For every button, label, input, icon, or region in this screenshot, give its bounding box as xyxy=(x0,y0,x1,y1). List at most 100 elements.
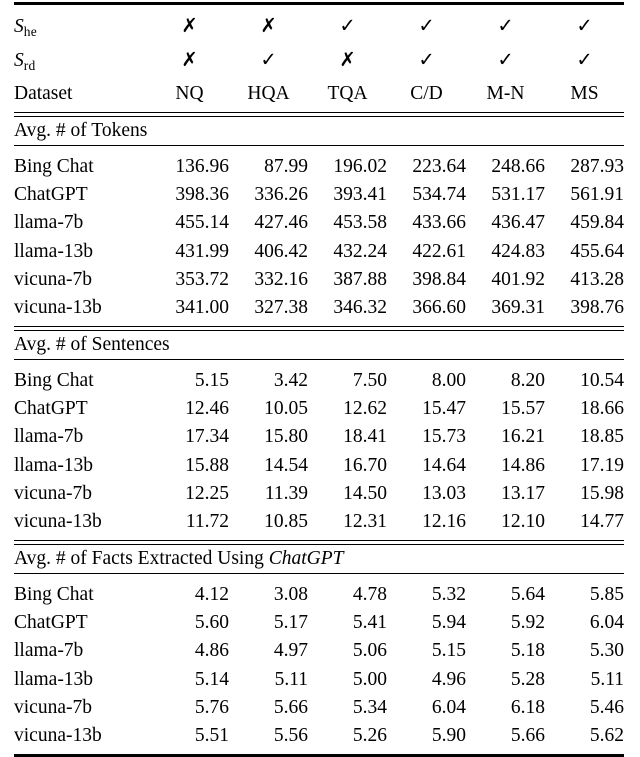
row-label-chatgpt: ChatGPT xyxy=(14,395,150,423)
cell-value: 433.66 xyxy=(387,209,466,237)
cell-value: 196.02 xyxy=(308,153,387,181)
cell-value: 5.28 xyxy=(466,666,545,694)
cell-value: 287.93 xyxy=(545,153,624,181)
cell-value: 5.34 xyxy=(308,694,387,722)
column-header-hqa: HQA xyxy=(229,80,308,108)
cell-value: 14.50 xyxy=(308,480,387,508)
cell-value: 18.85 xyxy=(545,423,624,451)
header-row-srd: Srd✗✓✗✓✓✓ xyxy=(14,46,624,80)
header-row-dataset: DatasetNQHQATQAC/DM-NMS xyxy=(14,80,624,108)
symbol-subscript-she: he xyxy=(24,24,37,39)
table-row: vicuna-13b11.7210.8512.3112.1612.1014.77 xyxy=(14,508,624,536)
table-row: vicuna-7b5.765.665.346.046.185.46 xyxy=(14,694,624,722)
cell-value: 4.78 xyxy=(308,581,387,609)
section-body-spacer-2 xyxy=(14,574,624,581)
cell-value: 453.58 xyxy=(308,209,387,237)
cell-value: 223.64 xyxy=(387,153,466,181)
table-row: vicuna-13b5.515.565.265.905.665.62 xyxy=(14,722,624,750)
cell-value: 5.15 xyxy=(150,367,229,395)
cell-value: 3.42 xyxy=(229,367,308,395)
cell-value: 5.15 xyxy=(387,637,466,665)
cell-value: 534.74 xyxy=(387,181,466,209)
cell-value: 5.17 xyxy=(229,609,308,637)
cell-value: 5.32 xyxy=(387,581,466,609)
cell-value: 136.96 xyxy=(150,153,229,181)
cell-value: 12.46 xyxy=(150,395,229,423)
cell-value: 398.76 xyxy=(545,294,624,322)
cell-value: 10.54 xyxy=(545,367,624,395)
section-title-emphasis-2: ChatGPT xyxy=(269,548,344,569)
header-row-she: She✗✗✓✓✓✓ xyxy=(14,12,624,46)
cell-value: 15.57 xyxy=(466,395,545,423)
cell-value: 4.96 xyxy=(387,666,466,694)
cell-value: 16.70 xyxy=(308,452,387,480)
cell-value: 5.46 xyxy=(545,694,624,722)
table-row: Bing Chat4.123.084.785.325.645.85 xyxy=(14,581,624,609)
section-title-row-2: Avg. # of Facts Extracted Using ChatGPT xyxy=(14,544,624,573)
cell-value: 4.86 xyxy=(150,637,229,665)
cell-value: 3.08 xyxy=(229,581,308,609)
cell-value: 10.05 xyxy=(229,395,308,423)
cell-value: 369.31 xyxy=(466,294,545,322)
header-label-srd: Srd xyxy=(14,46,150,80)
cell-value: 14.77 xyxy=(545,508,624,536)
cell-value: 4.12 xyxy=(150,581,229,609)
check-icon-srd-1: ✓ xyxy=(229,46,308,80)
cell-value: 5.64 xyxy=(466,581,545,609)
cell-value: 353.72 xyxy=(150,266,229,294)
cell-value: 398.84 xyxy=(387,266,466,294)
row-label-llama-13b: llama-13b xyxy=(14,666,150,694)
cell-value: 6.04 xyxy=(545,609,624,637)
cell-value: 346.32 xyxy=(308,294,387,322)
check-icon-she-4: ✓ xyxy=(466,12,545,46)
symbol-subscript-srd: rd xyxy=(24,58,36,73)
cell-value: 5.56 xyxy=(229,722,308,750)
cell-value: 341.00 xyxy=(150,294,229,322)
table-row: vicuna-7b12.2511.3914.5013.0313.1715.98 xyxy=(14,480,624,508)
check-icon-srd-3: ✓ xyxy=(387,46,466,80)
row-label-bing-chat: Bing Chat xyxy=(14,367,150,395)
section-title-text-2: Avg. # of Facts Extracted Using xyxy=(14,548,269,569)
cell-value: 5.00 xyxy=(308,666,387,694)
cell-value: 12.10 xyxy=(466,508,545,536)
check-icon-srd-5: ✓ xyxy=(545,46,624,80)
cell-value: 5.94 xyxy=(387,609,466,637)
row-label-bing-chat: Bing Chat xyxy=(14,153,150,181)
cell-value: 336.26 xyxy=(229,181,308,209)
cell-value: 17.19 xyxy=(545,452,624,480)
table-row: llama-7b17.3415.8018.4115.7316.2118.85 xyxy=(14,423,624,451)
cell-value: 406.42 xyxy=(229,238,308,266)
cell-value: 5.66 xyxy=(466,722,545,750)
row-label-vicuna-7b: vicuna-7b xyxy=(14,266,150,294)
check-icon-she-3: ✓ xyxy=(387,12,466,46)
cell-value: 16.21 xyxy=(466,423,545,451)
cell-value: 5.76 xyxy=(150,694,229,722)
cell-value: 332.16 xyxy=(229,266,308,294)
cell-value: 14.86 xyxy=(466,452,545,480)
row-label-llama-7b: llama-7b xyxy=(14,209,150,237)
table-row: llama-13b5.145.115.004.965.285.11 xyxy=(14,666,624,694)
row-label-chatgpt: ChatGPT xyxy=(14,609,150,637)
cell-value: 13.17 xyxy=(466,480,545,508)
cell-value: 15.47 xyxy=(387,395,466,423)
cross-icon-srd-0: ✗ xyxy=(150,46,229,80)
cell-value: 366.60 xyxy=(387,294,466,322)
cell-value: 5.30 xyxy=(545,637,624,665)
cell-value: 424.83 xyxy=(466,238,545,266)
table-row: vicuna-7b353.72332.16387.88398.84401.924… xyxy=(14,266,624,294)
header-top-spacer xyxy=(14,5,624,12)
cell-value: 531.17 xyxy=(466,181,545,209)
column-header-ms: MS xyxy=(545,80,624,108)
cell-value: 422.61 xyxy=(387,238,466,266)
cell-value: 11.72 xyxy=(150,508,229,536)
cell-value: 5.85 xyxy=(545,581,624,609)
cell-value: 5.90 xyxy=(387,722,466,750)
cell-value: 431.99 xyxy=(150,238,229,266)
section-title-text-1: Avg. # of Sentences xyxy=(14,334,170,355)
table-row: llama-7b4.864.975.065.155.185.30 xyxy=(14,637,624,665)
cell-value: 393.41 xyxy=(308,181,387,209)
check-icon-she-5: ✓ xyxy=(545,12,624,46)
row-label-chatgpt: ChatGPT xyxy=(14,181,150,209)
section-title-row-1: Avg. # of Sentences xyxy=(14,330,624,359)
section-title-2: Avg. # of Facts Extracted Using ChatGPT xyxy=(14,544,624,573)
